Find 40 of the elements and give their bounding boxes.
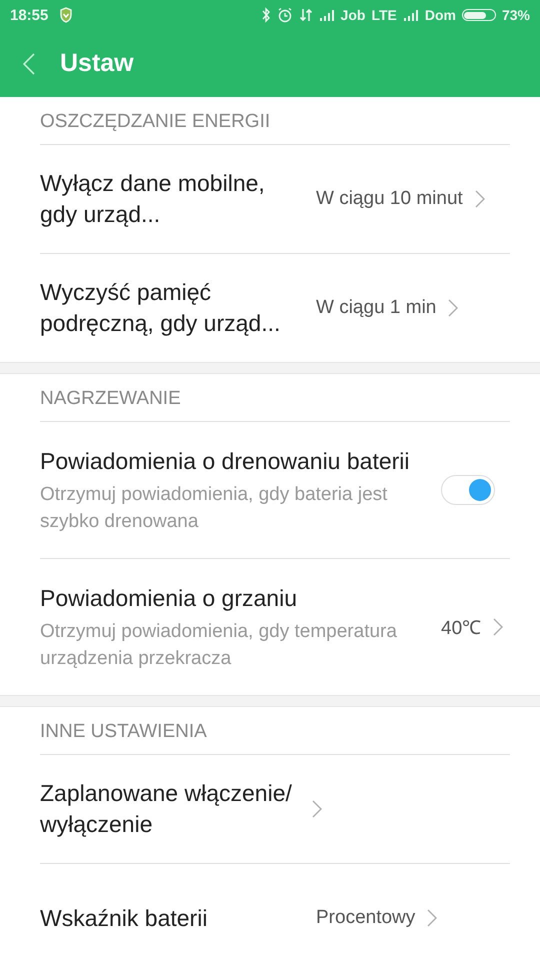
back-button[interactable] bbox=[22, 52, 36, 76]
alarm-clock-icon bbox=[276, 7, 293, 23]
row-description: Otrzymuj powiadomienia, gdy bateria jest szybko drenowana bbox=[40, 482, 388, 534]
back-icon bbox=[22, 52, 36, 76]
row-title: Zaplanowane włączenie/ wyłączenie bbox=[40, 779, 293, 839]
battery-icon bbox=[462, 9, 496, 21]
section-header: NAGRZEWANIE bbox=[40, 374, 510, 422]
chevron-icon bbox=[312, 800, 322, 818]
chevron-icon bbox=[427, 909, 438, 927]
data-arrows-icon bbox=[298, 7, 313, 23]
carrier-label: Dom bbox=[424, 7, 456, 23]
row-description: Otrzymuj powiadomienia, gdy temperatura urządzenia przekracza bbox=[40, 620, 398, 670]
row-title: Powiadomienia o grzaniu bbox=[40, 584, 298, 613]
settings-row[interactable]: Zaplanowane włączenie/ wyłączenie bbox=[40, 755, 510, 863]
carrier-label: Job bbox=[340, 7, 366, 23]
status-time: 18:55 bbox=[10, 6, 48, 24]
chevron-icon bbox=[474, 190, 485, 208]
signal-icon bbox=[318, 8, 335, 22]
row-title: Wskaźnik baterii bbox=[40, 904, 208, 932]
bluetooth-icon bbox=[260, 7, 271, 23]
page-title: Ustaw bbox=[60, 49, 134, 78]
row-title: Wyczyść pamięć podręczną, gdy urząd... bbox=[40, 278, 282, 338]
section-header: INNE USTAWIENIA bbox=[40, 707, 510, 755]
row-value: Procentowy bbox=[316, 907, 416, 929]
toggle-switch[interactable] bbox=[441, 475, 495, 505]
row-value: W ciągu 10 minut bbox=[316, 188, 463, 210]
chevron-icon bbox=[448, 299, 458, 317]
chevron-icon bbox=[493, 618, 504, 636]
settings-row[interactable]: Wskaźnik baterii Procentowy bbox=[40, 863, 510, 960]
row-value: 40℃ bbox=[441, 617, 482, 640]
section-header: OSZCZĘDZANIE ENERGII bbox=[40, 97, 510, 145]
battery-percent: 73% bbox=[502, 7, 530, 23]
signal-icon bbox=[402, 8, 419, 22]
shield-icon bbox=[58, 7, 74, 23]
settings-row[interactable]: Powiadomienia o drenowaniu baterii Otrzymuj powiadomienia, gdy bateria jest szybko drenowana bbox=[40, 422, 510, 558]
row-title: Powiadomienia o drenowaniu baterii bbox=[40, 446, 411, 476]
row-title: Wyłącz dane mobilne, gdy urząd... bbox=[40, 169, 266, 229]
settings-row[interactable]: Wyłącz dane mobilne, gdy urząd... W ciągu 10 minut bbox=[40, 145, 510, 253]
row-value: W ciągu 1 min bbox=[316, 297, 436, 319]
network-label: LTE bbox=[371, 7, 397, 23]
